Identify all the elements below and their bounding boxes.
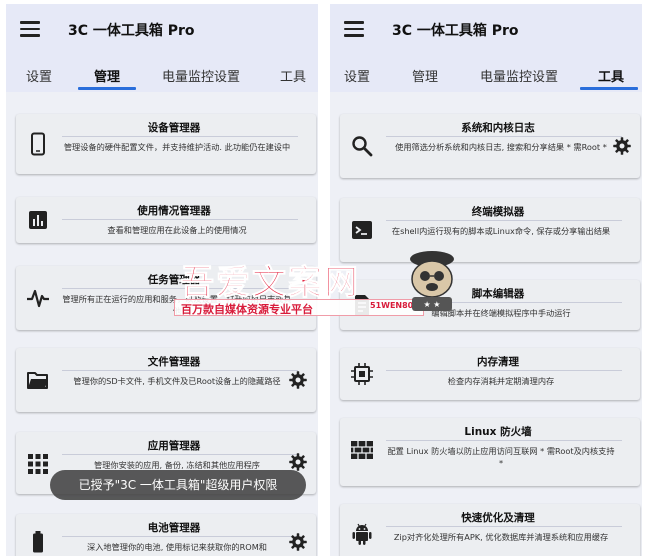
watermark-title: 吾爱文案网	[180, 263, 360, 304]
card-description: 配置 Linux 防火墙以防止应用访问互联网 * 需Root及内核支持 *	[387, 446, 615, 468]
card-description: 深入地管理你的电池, 使用标记来获取你的ROM和	[87, 542, 267, 552]
card-title: 终端模拟器	[471, 206, 525, 218]
card-system-kernel-log[interactable]: 系统和内核日志 使用筛选分析系统和内核日志, 搜索和分享结果 * 需Root *	[340, 114, 640, 178]
card-linux-firewall[interactable]: Linux 防火墙 配置 Linux 防火墙以防止应用访问互联网 * 需Root…	[340, 418, 640, 486]
tab-tools[interactable]: 工具	[280, 66, 306, 85]
divider	[386, 526, 622, 527]
card-title: 系统和内核日志	[461, 122, 535, 134]
card-title: 文件管理器	[147, 356, 201, 368]
activity-icon	[27, 289, 49, 308]
active-tab-indicator	[78, 87, 136, 90]
watermark-overlay: 吾爱文案网 百万款自媒体资源专业平台 51WEN80.COM ★ ★	[174, 251, 480, 325]
menu-icon[interactable]	[344, 21, 364, 37]
tab-bar: 设置 管理 电量监控设置 工具	[6, 56, 318, 92]
tab-settings[interactable]: 设置	[26, 66, 52, 85]
tab-tools[interactable]: 工具	[598, 66, 624, 85]
card-terminal-emulator[interactable]: 终端模拟器 在shell内运行现有的脚本或Linux命令, 保存或分享输出结果	[340, 198, 640, 262]
phone-icon	[31, 132, 45, 156]
divider	[62, 536, 298, 537]
card-usage-manager[interactable]: 使用情况管理器 查看和管理应用在此设备上的使用情况	[16, 197, 316, 243]
card-title: 快速优化及清理	[461, 512, 535, 524]
terminal-icon	[352, 221, 372, 239]
divider	[62, 219, 298, 220]
tab-battery-monitor-settings[interactable]: 电量监控设置	[162, 66, 240, 85]
card-description: 管理你的SD卡文件, 手机文件及已Root设备上的隐藏路径	[73, 376, 281, 386]
gear-icon[interactable]	[288, 452, 308, 472]
app-bar: 3C 一体工具箱 Pro	[330, 4, 642, 56]
android-icon	[352, 523, 372, 545]
card-description: 使用筛选分析系统和内核日志, 搜索和分享结果 * 需Root *	[395, 142, 607, 152]
divider	[386, 220, 622, 221]
card-description: 管理设备的硬件配置文件，并支持维护活动. 此功能仍在建设中	[63, 142, 291, 152]
divider	[62, 370, 298, 371]
card-description: 查看和管理应用在此设备上的使用情况	[107, 225, 247, 235]
card-battery-manager[interactable]: 电池管理器 深入地管理你的电池, 使用标记来获取你的ROM和	[16, 514, 316, 556]
gear-icon[interactable]	[612, 136, 632, 156]
active-tab-indicator	[580, 87, 638, 90]
divider	[386, 136, 622, 137]
card-memory-cleanup[interactable]: 内存清理 检查内存消耗并定期清理内存	[340, 348, 640, 400]
folder-icon	[27, 372, 48, 389]
app-bar: 3C 一体工具箱 Pro	[6, 4, 318, 56]
tab-manage[interactable]: 管理	[94, 66, 120, 85]
divider	[62, 454, 298, 455]
card-file-manager[interactable]: 文件管理器 管理你的SD卡文件, 手机文件及已Root设备上的隐藏路径	[16, 348, 316, 412]
svg-text:★ ★: ★ ★	[424, 300, 441, 309]
tab-battery-monitor-settings[interactable]: 电量监控设置	[480, 66, 558, 85]
memory-chip-icon	[351, 363, 373, 385]
apps-grid-icon	[28, 454, 48, 474]
divider	[386, 440, 622, 441]
app-title: 3C 一体工具箱 Pro	[392, 23, 519, 39]
card-title: 设备管理器	[147, 122, 201, 134]
card-description: 检查内存消耗并定期清理内存	[447, 376, 555, 386]
divider	[62, 136, 298, 137]
mascot-logo-icon: ★ ★	[410, 251, 454, 311]
tab-settings[interactable]: 设置	[344, 66, 370, 85]
card-title: 电池管理器	[147, 522, 201, 534]
card-title: 内存清理	[477, 356, 519, 368]
firewall-icon	[351, 441, 373, 459]
card-title: 应用管理器	[147, 440, 201, 452]
gear-icon[interactable]	[288, 532, 308, 552]
card-description: Zip对齐化处理所有APK, 优化数据库并清理系统和应用缓存	[393, 532, 609, 542]
tab-bar: 设置 管理 电量监控设置 工具	[330, 56, 642, 92]
menu-icon[interactable]	[20, 21, 40, 37]
card-title: Linux 防火墙	[464, 426, 532, 438]
app-title: 3C 一体工具箱 Pro	[68, 23, 195, 39]
watermark-subtitle: 百万款自媒体资源专业平台	[181, 303, 313, 316]
card-device-manager[interactable]: 设备管理器 管理设备的硬件配置文件，并支持维护活动. 此功能仍在建设中	[16, 114, 316, 174]
divider	[386, 370, 622, 371]
card-description: 在shell内运行现有的脚本或Linux命令, 保存或分享输出结果	[391, 226, 611, 236]
search-icon	[352, 136, 373, 157]
gear-icon[interactable]	[288, 370, 308, 390]
tab-manage[interactable]: 管理	[412, 66, 438, 85]
bar-chart-icon	[29, 211, 47, 229]
card-quick-optimize[interactable]: 快速优化及清理 Zip对齐化处理所有APK, 优化数据库并清理系统和应用缓存	[340, 504, 640, 556]
card-title: 使用情况管理器	[137, 205, 211, 217]
battery-icon	[33, 531, 43, 553]
superuser-toast: 已授予"3C 一体工具箱"超级用户权限	[50, 470, 306, 500]
